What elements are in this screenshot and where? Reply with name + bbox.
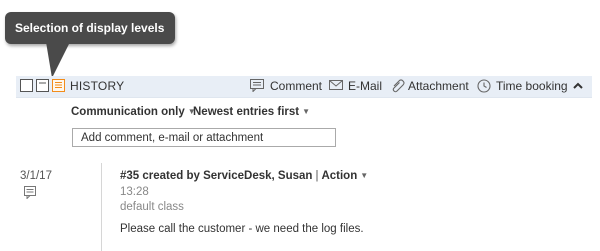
comment-label: Comment [270,79,323,93]
entry-time: 13:28 [120,186,149,198]
email-label: E-Mail [348,79,383,93]
tooltip-text: Selection of display levels [15,21,165,35]
display-levels-tooltip: Selection of display levels [5,12,175,44]
entry-class: default class [120,201,184,213]
sort-order-dropdown[interactable]: Newest entries first ▼ [193,106,310,118]
tooltip-pointer [46,42,70,78]
chevron-up-icon[interactable] [571,79,585,93]
entry-action-dropdown[interactable]: Action ▼ [321,170,368,182]
entry-body: Please call the customer - we need the l… [120,223,364,235]
chevron-down-icon: ▼ [360,171,369,180]
view-medium-icon[interactable] [36,79,49,92]
communication-filter-label: Communication only [71,106,185,118]
sort-order-label: Newest entries first [193,106,300,118]
communication-filter-dropdown[interactable]: Communication only ▼ [71,106,196,118]
entry-title: #35 created by ServiceDesk, Susan [120,170,313,182]
email-icon [329,80,343,90]
paperclip-icon [392,79,405,93]
timeline-divider [101,163,102,251]
history-header: HISTORY Comment E-Mail Attachment Time b… [16,76,592,98]
clock-icon [477,79,491,93]
chevron-down-icon: ▼ [302,107,311,116]
entry-title-row: #35 created by ServiceDesk, Susan | Action… [120,170,368,182]
entry-action-label: Action [321,170,358,182]
view-compact-icon[interactable] [20,79,33,92]
attachment-label: Attachment [408,79,469,93]
comment-icon [24,186,36,199]
entry-date: 3/1/17 [20,170,52,182]
time-booking-label: Time booking [496,79,568,93]
entry-title-separator: | [315,170,319,182]
view-detailed-icon[interactable] [52,79,65,92]
add-comment-input[interactable] [72,128,336,147]
history-title: HISTORY [70,79,125,93]
comment-icon [250,79,264,92]
